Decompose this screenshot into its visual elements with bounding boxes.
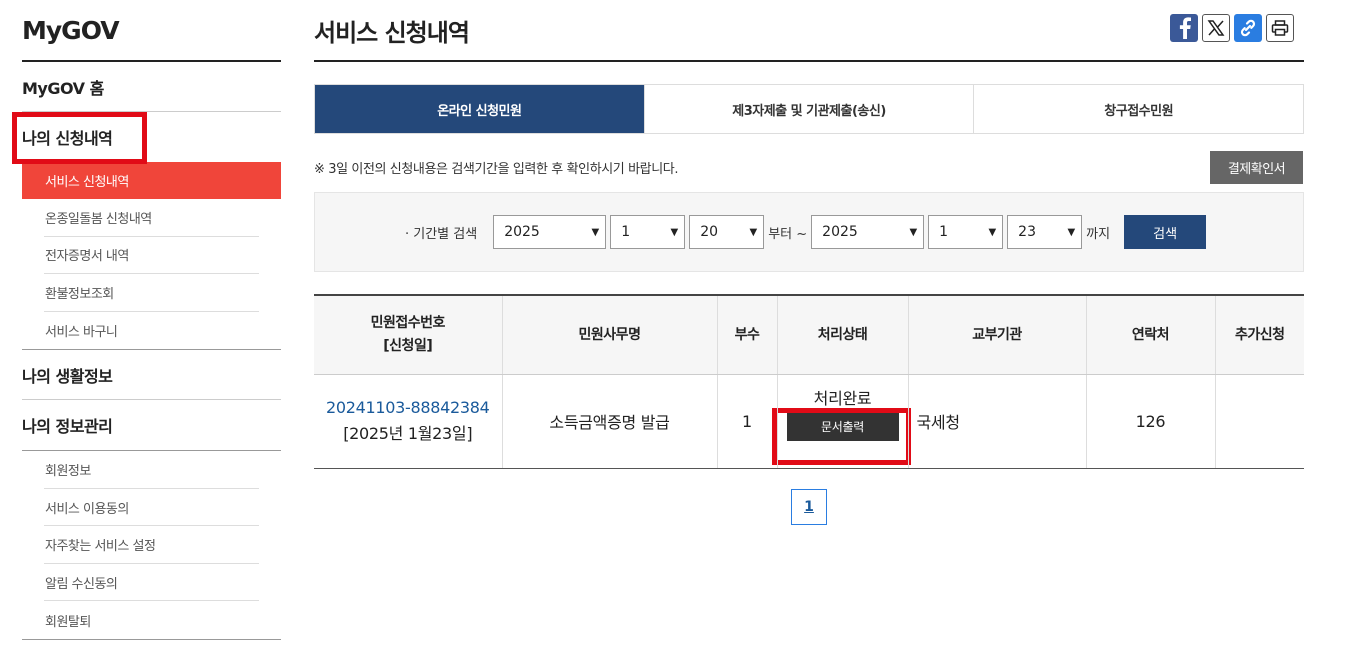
tab-third-party-submission[interactable]: 제3자제출 및 기관제출(송신) — [643, 85, 974, 133]
tab-bar: 온라인 신청민원 제3자제출 및 기관제출(송신) 창구접수민원 — [314, 84, 1304, 134]
sidebar-item-my-applications[interactable]: 나의 신청내역 — [22, 112, 281, 162]
print-document-button[interactable]: 문서출력 — [786, 413, 899, 441]
additional-request-cell — [1214, 374, 1304, 469]
chevron-down-icon: ▼ — [988, 226, 997, 238]
receipt-number-link[interactable]: 20241103-88842384 — [314, 398, 502, 417]
from-day-select[interactable]: 20 ▼ — [689, 215, 765, 249]
to-month-select[interactable]: 1 ▼ — [928, 215, 1004, 249]
status-text: 처리완료 — [813, 389, 872, 408]
sidebar-item-notification-consent[interactable]: 알림 수신동의 — [44, 564, 259, 602]
header-additional-request: 추가신청 — [1214, 295, 1304, 375]
sidebar-item-service-basket[interactable]: 서비스 바구니 — [44, 312, 259, 350]
page-title: 서비스 신청내역 — [314, 18, 470, 47]
sidebar-item-service-applications[interactable]: 서비스 신청내역 — [22, 162, 281, 199]
print-icon[interactable] — [1266, 14, 1294, 42]
status-cell: 처리완료 문서출력 — [776, 374, 908, 469]
sidebar-item-withdraw[interactable]: 회원탈퇴 — [44, 601, 259, 639]
page-header: 서비스 신청내역 — [314, 0, 1304, 62]
search-button[interactable]: 검색 — [1124, 215, 1207, 249]
copies-value: 1 — [716, 374, 777, 469]
header-copies: 부수 — [716, 295, 777, 375]
sidebar-item-service-consent[interactable]: 서비스 이용동의 — [44, 489, 259, 527]
x-icon[interactable] — [1202, 14, 1230, 42]
chevron-down-icon: ▼ — [909, 226, 918, 238]
application-name: 소득금액증명 발급 — [501, 374, 717, 469]
sidebar-item-home[interactable]: MyGOV 홈 — [22, 62, 281, 112]
from-year-select[interactable]: 2025 ▼ — [493, 215, 607, 249]
header-issuing-org: 교부기관 — [907, 295, 1086, 375]
contact-value: 126 — [1085, 374, 1215, 469]
chevron-down-icon: ▼ — [591, 226, 600, 238]
page-1-button[interactable]: 1 — [791, 489, 827, 525]
sidebar: MyGOV MyGOV 홈 나의 신청내역 서비스 신청내역 온종일돌봄 신청내… — [22, 0, 281, 640]
tab-online-applications[interactable]: 온라인 신청민원 — [315, 85, 644, 133]
sidebar-item-allday-care[interactable]: 온종일돌봄 신청내역 — [44, 199, 259, 237]
receipt-cell: 20241103-88842384 [2025년 1월23일] — [314, 374, 502, 469]
header-receipt-number: 민원접수번호 [신청일] — [314, 295, 502, 375]
to-year-select[interactable]: 2025 ▼ — [811, 215, 925, 249]
sidebar-item-refund-info[interactable]: 환불정보조회 — [44, 274, 259, 312]
chevron-down-icon: ▼ — [670, 226, 679, 238]
link-icon[interactable] — [1234, 14, 1262, 42]
table-row: 20241103-88842384 [2025년 1월23일] 소득금액증명 발… — [314, 374, 1304, 469]
to-day-select[interactable]: 23 ▼ — [1007, 215, 1083, 249]
sidebar-applications-list: 서비스 신청내역 온종일돌봄 신청내역 전자증명서 내역 환불정보조회 서비스 … — [22, 162, 281, 351]
notice-text: ※ 3일 이전의 신청내용은 검색기간을 입력한 후 확인하시기 바랍니다. — [314, 162, 679, 177]
chevron-down-icon: ▼ — [1067, 226, 1076, 238]
application-date: [2025년 1월23일] — [343, 424, 473, 443]
sidebar-item-e-certificates[interactable]: 전자증명서 내역 — [44, 237, 259, 275]
share-toolbar — [1170, 14, 1294, 42]
sidebar-info-list: 회원정보 서비스 이용동의 자주찾는 서비스 설정 알림 수신동의 회원탈퇴 — [22, 450, 281, 640]
header-contact: 연락처 — [1085, 295, 1215, 375]
sidebar-item-my-info[interactable]: 나의 정보관리 — [22, 400, 281, 450]
sidebar-item-member-info[interactable]: 회원정보 — [44, 451, 259, 489]
from-month-select[interactable]: 1 ▼ — [610, 215, 686, 249]
tab-counter-applications[interactable]: 창구접수민원 — [973, 85, 1304, 133]
applications-table: 민원접수번호 [신청일] 민원사무명 부수 처리상태 교부기관 연락처 추가신청 … — [314, 294, 1304, 469]
issuing-org: 국세청 — [907, 374, 1086, 469]
header-status: 처리상태 — [776, 295, 908, 375]
sidebar-item-my-life-info[interactable]: 나의 생활정보 — [22, 350, 281, 401]
search-label: · 기간별 검색 — [405, 226, 478, 242]
to-suffix-label: 까지 — [1086, 226, 1111, 242]
search-panel: · 기간별 검색 2025 ▼ 1 ▼ 20 ▼ 부터 ~ 2025 ▼ 1 ▼ 23 ▼ … — [314, 192, 1304, 272]
facebook-icon[interactable] — [1170, 14, 1198, 42]
brand-logo[interactable]: MyGOV — [22, 0, 281, 62]
chevron-down-icon: ▼ — [749, 226, 758, 238]
sidebar-item-favorite-services[interactable]: 자주찾는 서비스 설정 — [44, 526, 259, 564]
payment-confirmation-button[interactable]: 결제확인서 — [1210, 151, 1303, 184]
main-content: 서비스 신청내역 온라인 신청민원 제3자제출 및 기관제출(송신) 창구접수민… — [314, 0, 1304, 525]
table-header-row: 민원접수번호 [신청일] 민원사무명 부수 처리상태 교부기관 연락처 추가신청 — [314, 295, 1304, 375]
from-suffix-label: 부터 ~ — [768, 226, 808, 242]
header-application-name: 민원사무명 — [501, 295, 717, 375]
